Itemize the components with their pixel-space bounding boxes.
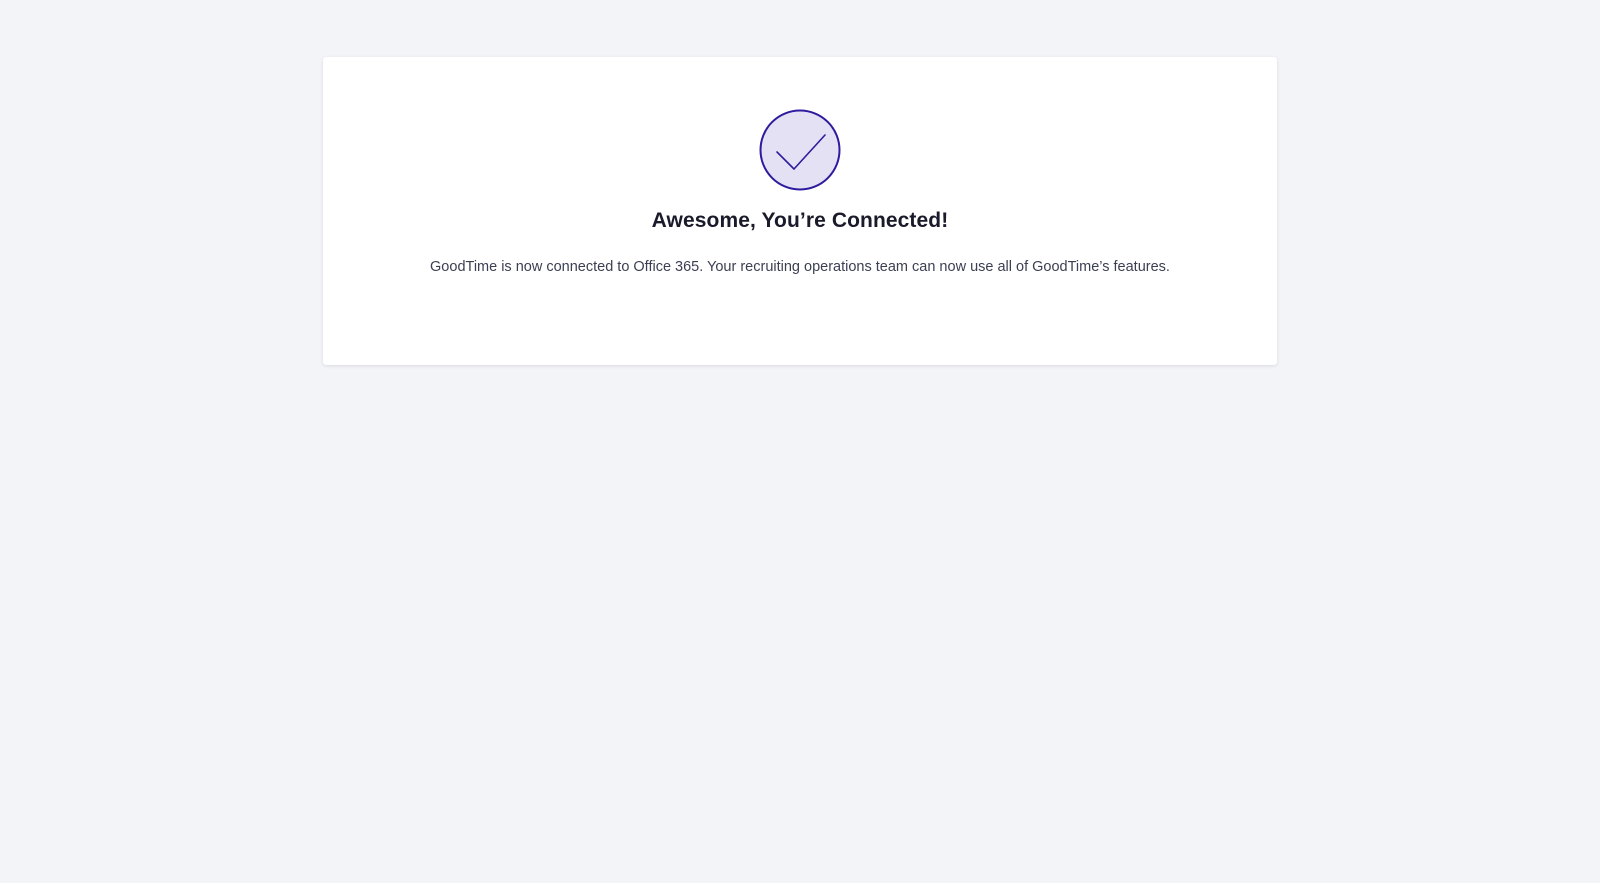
success-message: GoodTime is now connected to Office 365.…	[430, 259, 1170, 275]
success-title: Awesome, You’re Connected!	[651, 209, 949, 232]
check-circle-icon	[759, 109, 841, 191]
page: Awesome, You’re Connected! GoodTime is n…	[0, 0, 1600, 883]
success-card: Awesome, You’re Connected! GoodTime is n…	[323, 57, 1277, 365]
